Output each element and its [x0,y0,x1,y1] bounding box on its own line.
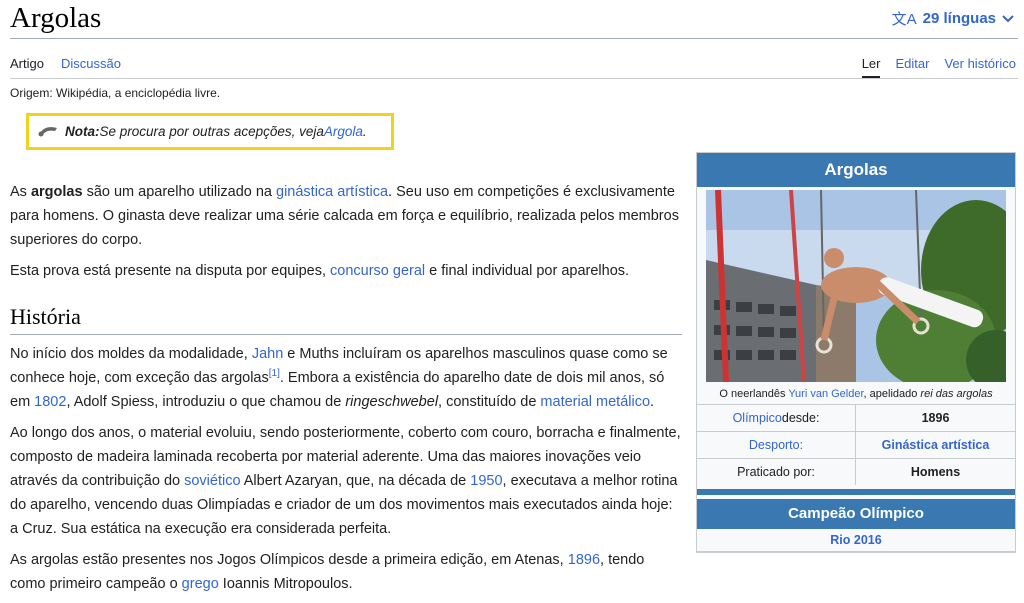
text: As argolas estão presentes nos Jogos Olí… [10,552,568,568]
hatnote: Nota: Se procura por outras acepções, ve… [26,113,394,150]
intro-paragraph-1: As argolas são um aparelho utilizado na … [10,180,682,252]
gymnast-photo[interactable] [706,190,1006,382]
languages-label: 29 línguas [922,10,996,27]
history-paragraph-2: Ao longo dos anos, o material evoluiu, s… [10,421,682,541]
text: , constituído de [438,394,541,410]
tab-article[interactable]: Artigo [10,56,44,71]
infobox-section-champion: Campeão Olímpico [697,499,1015,529]
link-sovietico[interactable]: soviético [184,473,240,489]
row-value: 1896 [921,411,950,425]
translate-icon: 文A [891,11,917,28]
infobox-separator [697,489,1015,495]
tab-discussion[interactable]: Discussão [61,56,121,71]
text: O neerlandês [719,388,789,400]
tab-read[interactable]: Ler [861,56,880,78]
text: e final individual por aparelhos. [425,263,630,279]
bold-term: argolas [30,184,83,200]
hatnote-label: Nota: [65,124,100,139]
link-olimpico[interactable]: Olímpico [733,411,782,425]
tabs-divider [10,78,1018,79]
link-1896[interactable]: 1896 [568,552,600,568]
view-tabs: Ler Editar Ver histórico [861,56,1016,78]
link-rio-2016[interactable]: Rio 2016 [697,529,1015,552]
hatnote-end: . [362,124,367,139]
namespace-tabs: Artigo Discussão [10,56,121,71]
reference-link[interactable]: [1] [269,368,280,379]
text: Ioannis Mitropoulos. [218,576,353,592]
row-label: Praticado por: [697,459,856,485]
row-label: Desporto: [697,432,856,458]
text: No início dos moldes da modalidade, [10,346,252,362]
link-ginastica[interactable]: ginástica artística [276,184,388,200]
tab-history[interactable]: Ver histórico [944,56,1016,71]
title-divider [10,38,1018,39]
text: As [10,184,31,200]
languages-button[interactable]: 文A 29 línguas [892,8,1014,29]
italic-text: rei das argolas [920,388,993,400]
link-1950[interactable]: 1950 [470,473,502,489]
link-concurso-geral[interactable]: concurso geral [330,263,425,279]
article-body: As argolas são um aparelho utilizado na … [10,180,682,603]
link-jahn[interactable]: Jahn [252,346,283,362]
hatnote-link[interactable]: Argola [324,124,363,139]
link-ginastica-artistica[interactable]: Ginástica artística [882,438,990,452]
infobox-row-olimpico: Olímpico desde: 1896 [697,404,1015,431]
link-material-metalico[interactable]: material metálico [540,394,650,410]
page-title: Argolas [10,2,102,34]
history-paragraph-3: As argolas estão presentes nos Jogos Olí… [10,548,682,596]
link-desporto[interactable]: Desporto: [749,438,803,452]
text: . [650,394,655,410]
link-1802[interactable]: 1802 [34,394,66,410]
tab-edit[interactable]: Editar [895,56,929,71]
infobox-title: Argolas [697,153,1015,187]
link-yuri-van-gelder[interactable]: Yuri van Gelder [788,388,863,400]
intro-paragraph-2: Esta prova está presente na disputa por … [10,259,682,283]
infobox: Argolas O neerlandês Yuri van Gelder, ap… [696,152,1016,553]
text: desde: [781,411,820,425]
hatnote-text: Se procura por outras acepções, veja [99,124,324,139]
section-heading-historia: História [10,302,682,335]
site-origin: Origem: Wikipédia, a enciclopédia livre. [10,86,221,100]
row-value: Ginástica artística [856,438,1015,452]
text: , apelidado [863,388,921,400]
history-paragraph-1: No início dos moldes da modalidade, Jahn… [10,342,682,414]
row-label: Olímpico desde: [697,405,856,431]
text: , Adolf Spiess, introduziu o que chamou … [66,394,346,410]
infobox-row-desporto: Desporto: Ginástica artística [697,431,1015,458]
row-value: Homens [910,465,961,479]
italic-term: ringeschwebel [345,394,439,410]
text: Albert Azaryan, que, na década de [240,473,471,489]
link-grego[interactable]: grego [182,576,219,592]
text: Esta prova está presente na disputa por … [10,263,331,279]
infobox-row-praticado: Praticado por: Homens [697,458,1015,485]
image-caption: O neerlandês Yuri van Gelder, apelidado … [697,382,1015,404]
text: são um aparelho utilizado na [82,184,277,200]
quote-icon [37,124,59,140]
chevron-down-icon [1002,10,1014,27]
